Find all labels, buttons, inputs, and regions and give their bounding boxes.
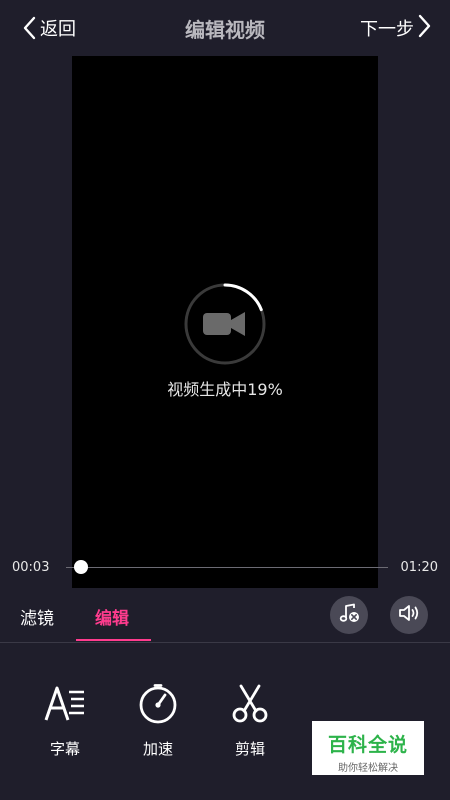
tab-filter[interactable]: 滤镜 (20, 604, 54, 629)
divider (0, 642, 450, 643)
top-bar: 返回 编辑视频 下一步 (0, 0, 450, 56)
seek-track[interactable] (66, 567, 388, 568)
total-time: 01:20 (400, 560, 438, 575)
next-step-button[interactable]: 下一步 (360, 13, 432, 43)
subtitle-label: 字幕 (49, 740, 80, 758)
progress-spinner (183, 282, 267, 366)
subtitle-tool[interactable]: 字幕 (35, 684, 95, 759)
watermark-subtitle: 助你轻松解决 (338, 763, 398, 774)
remove-music-button[interactable] (330, 596, 368, 634)
video-preview[interactable]: 视频生成中19% (72, 56, 378, 588)
tab-bar: 滤镜 编辑 (0, 592, 450, 642)
speaker-icon (397, 601, 421, 629)
cut-label: 剪辑 (234, 740, 265, 758)
speedometer-icon (128, 684, 188, 724)
next-step-label: 下一步 (360, 19, 414, 40)
speed-tool[interactable]: 加速 (128, 684, 188, 759)
video-camera-icon (203, 312, 245, 336)
speed-label: 加速 (142, 740, 173, 758)
active-tab-indicator (76, 639, 151, 641)
watermark-logo: 百科全说 助你轻松解决 (312, 721, 424, 775)
watermark-title: 百科全说 (327, 734, 408, 756)
chevron-right-icon (418, 14, 432, 42)
current-time: 00:03 (12, 560, 50, 575)
seek-thumb[interactable] (74, 560, 89, 574)
generation-status: 视频生成中19% (167, 380, 283, 399)
cut-tool[interactable]: 剪辑 (220, 684, 280, 759)
music-off-icon (337, 601, 361, 629)
scissors-icon (220, 684, 280, 724)
tab-edit[interactable]: 编辑 (95, 604, 129, 629)
volume-button[interactable] (390, 596, 428, 634)
subtitle-icon (35, 684, 95, 724)
